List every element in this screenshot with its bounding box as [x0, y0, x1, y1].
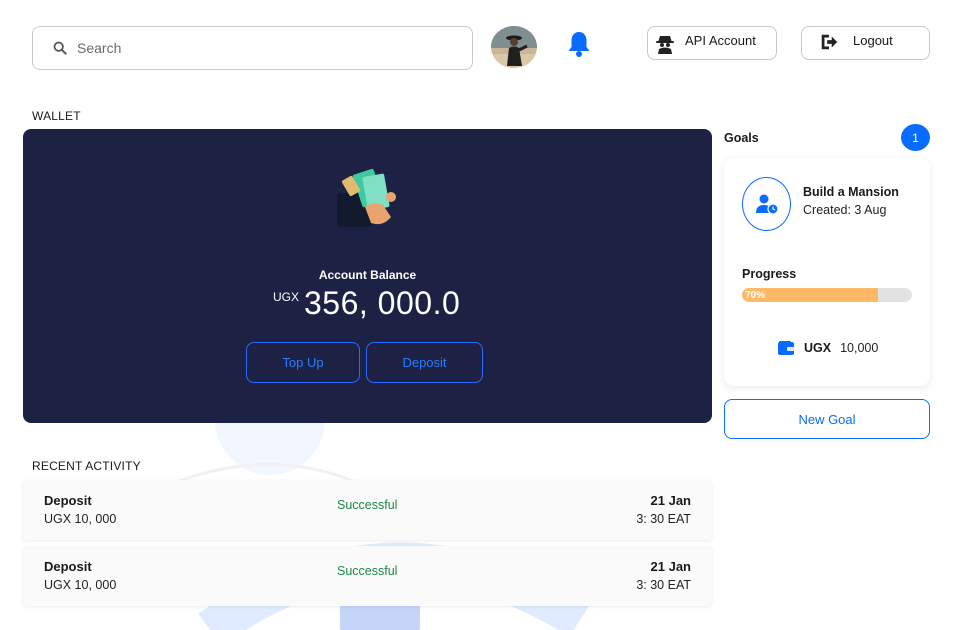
logout-icon — [819, 32, 841, 54]
activity-type: Deposit — [44, 559, 92, 574]
wallet-card: Account Balance UGX 356, 000.0 Top Up De… — [23, 129, 712, 423]
goal-card[interactable]: Build a Mansion Created: 3 Aug Progress … — [724, 158, 930, 386]
goal-amount-value: 10,000 — [840, 341, 879, 355]
bell-icon[interactable] — [566, 30, 592, 58]
goal-currency: UGX — [804, 341, 832, 355]
progress-percent: 70% — [745, 289, 766, 301]
activity-status: Successful — [337, 498, 398, 512]
progress-bar: 70% — [742, 288, 912, 302]
goal-amount: UGX 10,000 — [778, 341, 878, 355]
goals-title: Goals — [724, 131, 759, 145]
deposit-button[interactable]: Deposit — [366, 342, 483, 383]
wallet-money-icon — [337, 168, 396, 227]
dashboard-page: API Account Logout WALLET Account Balanc… — [0, 0, 961, 630]
user-clock-icon — [755, 194, 779, 215]
activity-amount: UGX 10, 000 — [44, 512, 117, 526]
balance-title: Account Balance — [318, 268, 417, 282]
goals-count-badge: 1 — [901, 124, 930, 151]
activity-time: 3: 30 EAT — [636, 512, 691, 526]
avatar[interactable] — [491, 26, 537, 68]
activity-status: Successful — [337, 564, 398, 578]
progress-label: Progress — [742, 267, 797, 281]
logout-button[interactable]: Logout — [801, 26, 930, 60]
activity-amount: UGX 10, 000 — [44, 578, 117, 592]
wallet-icon — [778, 341, 794, 355]
wallet-section-label: WALLET — [32, 109, 81, 123]
balance-currency: UGX — [273, 290, 300, 304]
logout-label: Logout — [853, 32, 893, 48]
goal-created-date: Created: 3 Aug — [803, 203, 887, 217]
avatar-photo — [491, 26, 537, 68]
activity-date: 21 Jan — [650, 493, 691, 508]
activity-row[interactable]: Deposit UGX 10, 000 Successful 21 Jan 3:… — [23, 480, 712, 540]
new-goal-button[interactable]: New Goal — [724, 399, 930, 439]
api-account-button[interactable]: API Account — [647, 26, 777, 60]
search-icon — [53, 41, 67, 55]
search-bar[interactable] — [32, 26, 473, 70]
search-input[interactable] — [77, 40, 457, 56]
goal-icon-circle — [742, 177, 791, 231]
progress-fill: 70% — [742, 288, 878, 302]
activity-type: Deposit — [44, 493, 92, 508]
activity-time: 3: 30 EAT — [636, 578, 691, 592]
top-up-button[interactable]: Top Up — [246, 342, 360, 383]
activity-row[interactable]: Deposit UGX 10, 000 Successful 21 Jan 3:… — [23, 546, 712, 606]
account-balance: 356, 000.0 — [304, 285, 461, 321]
goal-name: Build a Mansion — [803, 185, 899, 199]
activity-date: 21 Jan — [650, 559, 691, 574]
api-account-label: API Account — [685, 32, 756, 48]
recent-activity-label: RECENT ACTIVITY — [32, 459, 141, 473]
spy-icon — [654, 32, 676, 54]
